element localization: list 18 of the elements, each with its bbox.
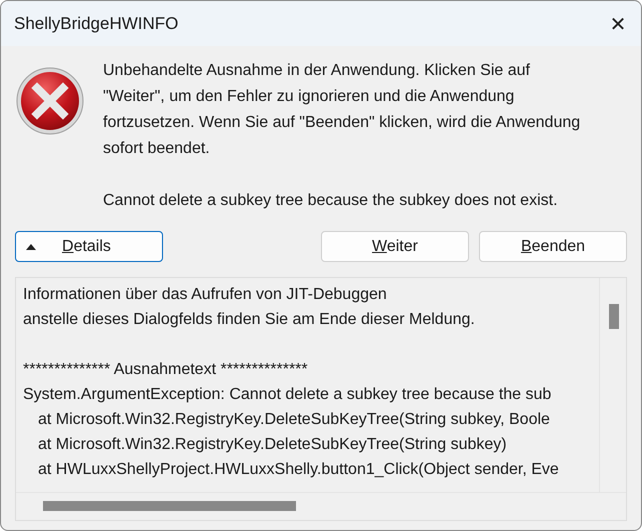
details-button[interactable]: Details [15, 231, 163, 262]
details-line: at HWLuxxShellyProject.HWLuxxShelly.button1_Click(Object sender, Eve [38, 460, 559, 480]
details-line: at Microsoft.Win32.RegistryKey.DeleteSubKeyTree(String subkey, Boole [38, 410, 550, 430]
dialog-button[interactable]: Weiter [321, 231, 469, 262]
details-line: ************** Ausnahmetext ************** [23, 360, 308, 380]
error-icon [15, 66, 85, 136]
message-text: Cannot delete a subkey tree because the subkey does not exist. [103, 191, 559, 211]
scrollbar-thumb[interactable] [609, 304, 619, 329]
details-textbox[interactable] [15, 277, 627, 521]
details-line: anstelle dieses Dialogfelds finden Sie am Ende dieser Meldung. [23, 310, 475, 330]
scrollbar-thumb[interactable] [43, 501, 296, 511]
message-text: Unbehandelte Ausnahme in der Anwendung. Klicken Sie auf "Weiter", um den Fehler zu ignorieren und die Anwendung fortzusetzen. Wenn Sie auf "Beenden" klicken, wird die Anwendung sofort beendet. [103, 61, 582, 159]
close-button[interactable]: ✕ [595, 1, 641, 46]
window-title: ShellyBridgeHWINFO [14, 14, 178, 34]
details-line: Informationen über das Aufrufen von JIT-Debuggen [23, 285, 387, 305]
dialog-button[interactable]: Beenden [479, 231, 627, 262]
details-line: System.ArgumentException: Cannot delete a subkey tree because the sub [23, 385, 552, 405]
details-line: at Microsoft.Win32.RegistryKey.DeleteSubKeyTree(String subkey) [38, 435, 507, 455]
